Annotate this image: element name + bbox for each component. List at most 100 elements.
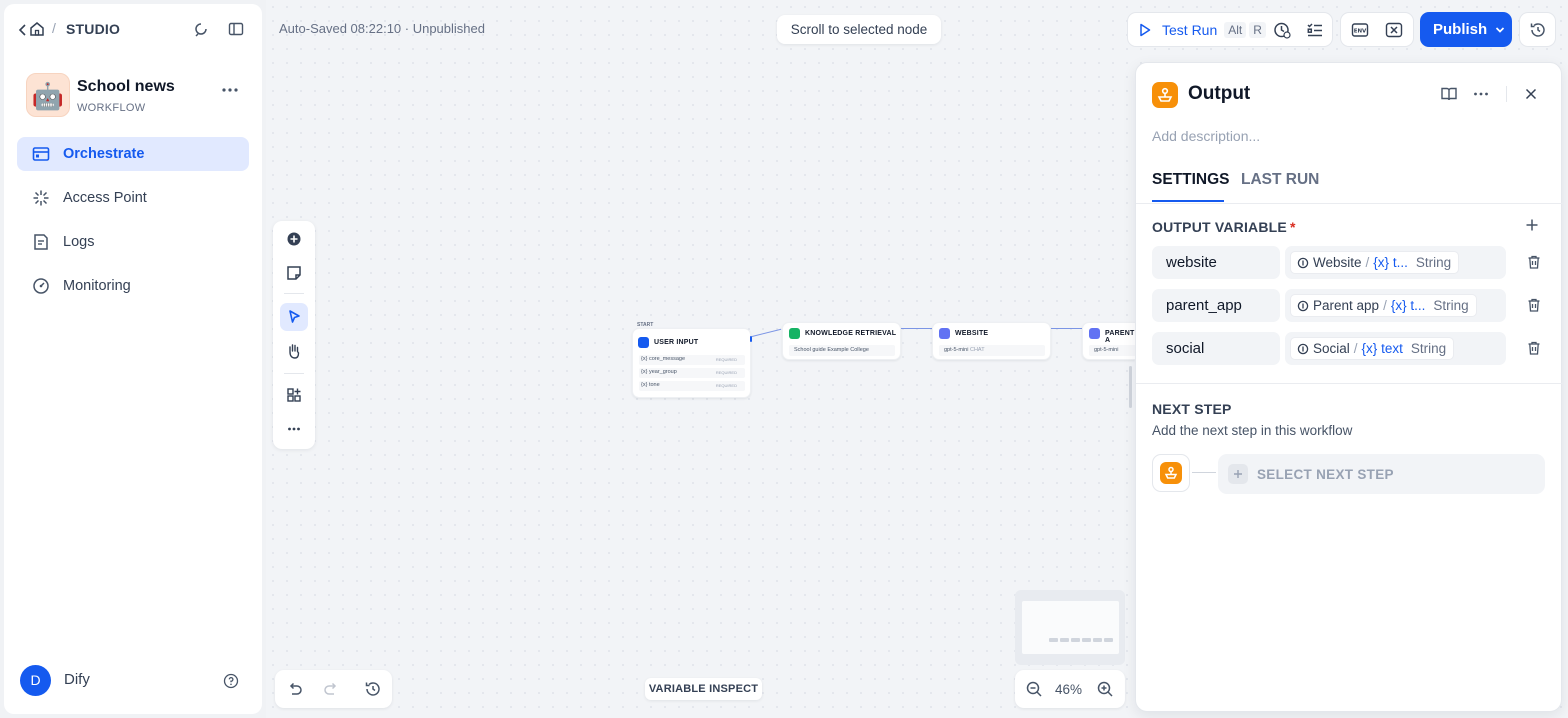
node-icon [1297, 343, 1309, 355]
user-name: Dify [64, 671, 90, 688]
more-horizontal-icon [280, 415, 308, 443]
source-node: Parent app [1313, 298, 1380, 313]
edge[interactable] [1051, 328, 1082, 329]
sidebar-item-logs[interactable]: Logs [17, 225, 249, 259]
minimap-node [1093, 638, 1102, 642]
refresh-chat-icon[interactable] [192, 20, 210, 38]
variable-name-input[interactable]: social [1152, 332, 1280, 365]
pointer-mode-button[interactable] [280, 303, 308, 331]
minimap-viewport [1022, 601, 1119, 654]
trash-icon[interactable] [1526, 297, 1542, 313]
breadcrumb-studio[interactable]: STUDIO [66, 21, 120, 37]
source-node: Social [1313, 341, 1350, 356]
zoom-level[interactable]: 46% [1055, 682, 1082, 697]
redo-icon[interactable] [322, 680, 340, 698]
edge[interactable] [901, 328, 932, 329]
conversation-variables-icon[interactable] [1385, 21, 1403, 39]
version-history-button[interactable] [1519, 12, 1556, 47]
panel-resize-handle[interactable] [1129, 366, 1132, 408]
more-horizontal-icon[interactable] [218, 80, 242, 100]
required-mark: * [1289, 219, 1296, 235]
home-icon[interactable] [28, 20, 46, 38]
book-icon[interactable] [1440, 85, 1458, 103]
tab-last-run[interactable]: LAST RUN [1241, 171, 1319, 189]
source-variable: {x} text [1361, 341, 1403, 356]
variable-reference: Parent app / {x} t... String [1290, 294, 1477, 317]
publish-button[interactable]: Publish [1420, 12, 1512, 47]
minimap[interactable] [1015, 590, 1125, 665]
section-label: OUTPUT VARIABLE [1152, 219, 1287, 235]
variable-value-selector[interactable]: Website / {x} t... String [1285, 246, 1506, 279]
user-account[interactable]: D Dify [20, 665, 250, 697]
website-node[interactable]: WEBSITE gpt-5-mini CHAT [932, 322, 1051, 360]
grid-icon [280, 381, 308, 409]
help-icon[interactable] [223, 673, 239, 689]
canvas-tools [273, 221, 315, 449]
node-title: KNOWLEDGE RETRIEVAL [805, 330, 897, 337]
node-title: PARENT A [1105, 330, 1135, 344]
path-separator: / [1365, 255, 1370, 270]
variable-inspect-button[interactable]: VARIABLE INSPECT [645, 678, 762, 700]
zoom-out-icon[interactable] [1025, 680, 1043, 698]
variable-name-input[interactable]: website [1152, 246, 1280, 279]
shortcut-key: Alt [1224, 22, 1247, 38]
sidebar-item-monitoring[interactable]: Monitoring [17, 269, 249, 303]
parent-app-node[interactable]: PARENT A gpt-5-mini [1082, 322, 1136, 360]
checklist-icon[interactable] [1306, 21, 1324, 39]
trash-icon[interactable] [1526, 340, 1542, 356]
avatar[interactable]: D [20, 665, 51, 696]
source-variable: {x} t... [1390, 298, 1426, 313]
variable-type: String [1415, 255, 1452, 270]
knowledge-source: School guide Example College [789, 345, 895, 356]
variable-value-selector[interactable]: Social / {x} text String [1285, 332, 1506, 365]
llm-icon [1089, 328, 1100, 339]
app-avatar: 🤖 [26, 73, 70, 117]
note-icon [280, 259, 308, 287]
variable-name-input[interactable]: parent_app [1152, 289, 1280, 322]
test-run-button[interactable]: Test Run Alt R [1138, 21, 1269, 39]
trash-icon[interactable] [1526, 254, 1542, 270]
variable-name: {x} year_group [641, 369, 677, 375]
node-title: WEBSITE [955, 330, 989, 337]
plus-icon[interactable] [1524, 217, 1540, 233]
more-tools-button[interactable] [280, 415, 308, 443]
more-horizontal-icon[interactable] [1472, 85, 1490, 103]
minimap-node [1060, 638, 1069, 642]
output-variable-row: parent_app Parent app / {x} t... String [1152, 289, 1544, 322]
variable-reference: Social / {x} text String [1290, 337, 1455, 360]
add-node-button[interactable] [280, 225, 308, 253]
env-variables-icon[interactable]: ENV [1351, 21, 1369, 39]
scroll-to-node-button[interactable]: Scroll to selected node [777, 15, 941, 44]
history-icon [1529, 21, 1547, 39]
orchestrate-icon [31, 144, 51, 164]
required-tag: REQUIRED [715, 357, 737, 362]
required-tag: REQUIRED [715, 370, 737, 375]
sidebar-item-orchestrate[interactable]: Orchestrate [17, 137, 249, 171]
close-icon[interactable] [1522, 85, 1540, 103]
source-node: Website [1313, 255, 1362, 270]
hand-mode-button[interactable] [280, 337, 308, 365]
tab-settings[interactable]: SETTINGS [1152, 171, 1230, 189]
sidebar: / STUDIO 🤖 School news WORKFLOW Orchestr… [4, 4, 262, 714]
zoom-controls: 46% [1015, 670, 1125, 708]
minimap-node [1104, 638, 1113, 642]
history-icon[interactable] [364, 680, 382, 698]
shortcut-key: R [1249, 22, 1266, 38]
undo-icon[interactable] [286, 680, 304, 698]
path-separator: / [1353, 341, 1358, 356]
variable-name: {x} tone [641, 382, 660, 388]
model-tag: CHAT [969, 347, 985, 353]
run-history-icon[interactable] [1273, 21, 1291, 39]
variable-name: {x} core_message [641, 356, 686, 362]
organize-blocks-button[interactable] [280, 381, 308, 409]
user-input-node[interactable]: USER INPUT {x} core_message REQUIRED {x}… [632, 328, 751, 398]
sidebar-item-access-point[interactable]: Access Point [17, 181, 249, 215]
zoom-in-icon[interactable] [1096, 680, 1114, 698]
knowledge-retrieval-node[interactable]: KNOWLEDGE RETRIEVAL School guide Example… [782, 322, 901, 360]
description-input[interactable]: Add description... [1152, 128, 1260, 144]
add-note-button[interactable] [280, 259, 308, 287]
sidebar-toggle-icon[interactable] [227, 20, 245, 38]
variable-value-selector[interactable]: Parent app / {x} t... String [1285, 289, 1506, 322]
node-settings-panel: Output Add description... SETTINGS LAST … [1135, 62, 1563, 712]
select-next-step-button[interactable]: SELECT NEXT STEP [1218, 454, 1545, 494]
